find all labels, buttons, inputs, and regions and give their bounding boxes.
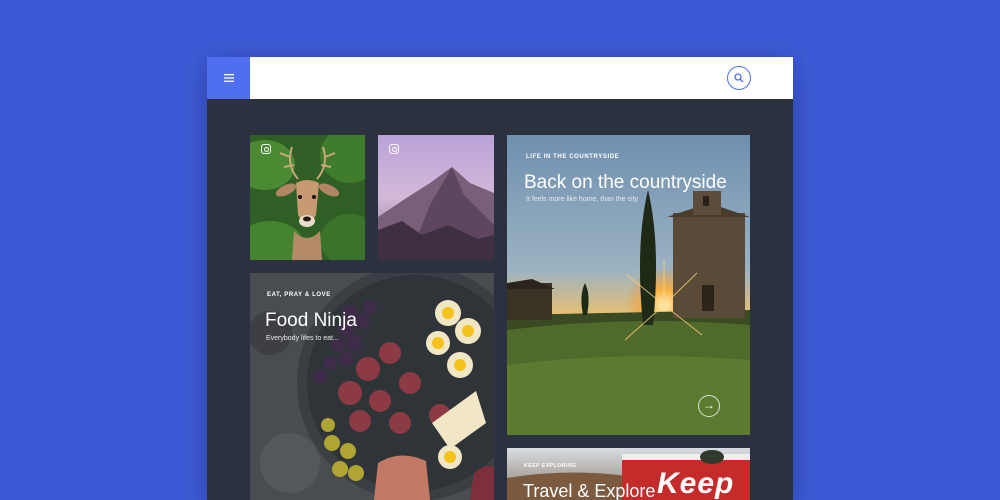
instagram-icon xyxy=(389,144,399,154)
food-kicker: EAT, PRAY & LOVE xyxy=(267,292,331,298)
search-icon xyxy=(734,73,744,83)
search-button[interactable] xyxy=(727,66,751,90)
travel-sign-text: Keep xyxy=(657,467,735,500)
travel-kicker: KEEP EXPLORING xyxy=(524,463,577,469)
app-window: LIFE IN THE COUNTRYSIDE Back on the coun… xyxy=(207,57,793,500)
food-title: Food Ninja xyxy=(265,310,357,331)
travel-article-card[interactable]: KEEP EXPLORING Travel & Explore Keep xyxy=(507,448,750,500)
deer-photo-tile[interactable] xyxy=(250,135,365,260)
food-article-card[interactable]: EAT, PRAY & LOVE Food Ninja Everybody li… xyxy=(250,273,494,500)
countryside-title: Back on the countryside xyxy=(524,172,727,193)
travel-title: Travel & Explore xyxy=(523,481,656,500)
countryside-subtitle: It feels more like home, than the city xyxy=(526,196,639,203)
top-bar xyxy=(207,57,793,99)
food-subtitle: Everybody lifes to eat... xyxy=(266,335,339,342)
food-photo xyxy=(250,273,494,500)
countryside-kicker: LIFE IN THE COUNTRYSIDE xyxy=(526,154,620,160)
mountain-photo-tile[interactable] xyxy=(378,135,494,260)
countryside-article-card[interactable]: LIFE IN THE COUNTRYSIDE Back on the coun… xyxy=(507,135,750,435)
menu-button[interactable] xyxy=(207,57,250,99)
hamburger-menu-icon xyxy=(223,74,234,82)
instagram-icon xyxy=(261,144,271,154)
arrow-right-icon[interactable]: → xyxy=(698,395,720,417)
